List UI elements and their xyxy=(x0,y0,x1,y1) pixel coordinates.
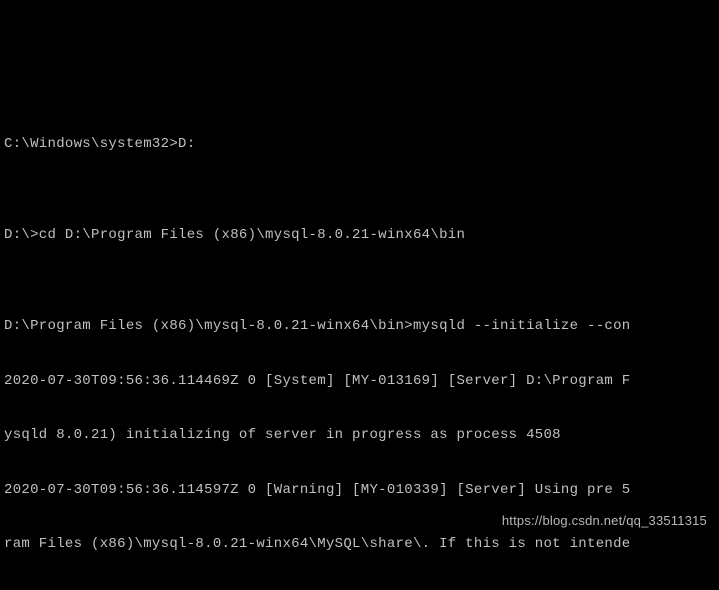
terminal-line: D:\Program Files (x86)\mysql-8.0.21-winx… xyxy=(4,317,715,335)
watermark-text: https://blog.csdn.net/qq_33511315 xyxy=(502,513,707,530)
terminal-line: ysqld 8.0.21) initializing of server in … xyxy=(4,426,715,444)
terminal-line: D:\>cd D:\Program Files (x86)\mysql-8.0.… xyxy=(4,226,715,244)
terminal-line: C:\Windows\system32>D: xyxy=(4,135,715,153)
terminal-line: 2020-07-30T09:56:36.114469Z 0 [System] [… xyxy=(4,372,715,390)
terminal-line: 2020-07-30T09:56:36.114597Z 0 [Warning] … xyxy=(4,481,715,499)
terminal-line: ram Files (x86)\mysql-8.0.21-winx64\MySQ… xyxy=(4,535,715,553)
